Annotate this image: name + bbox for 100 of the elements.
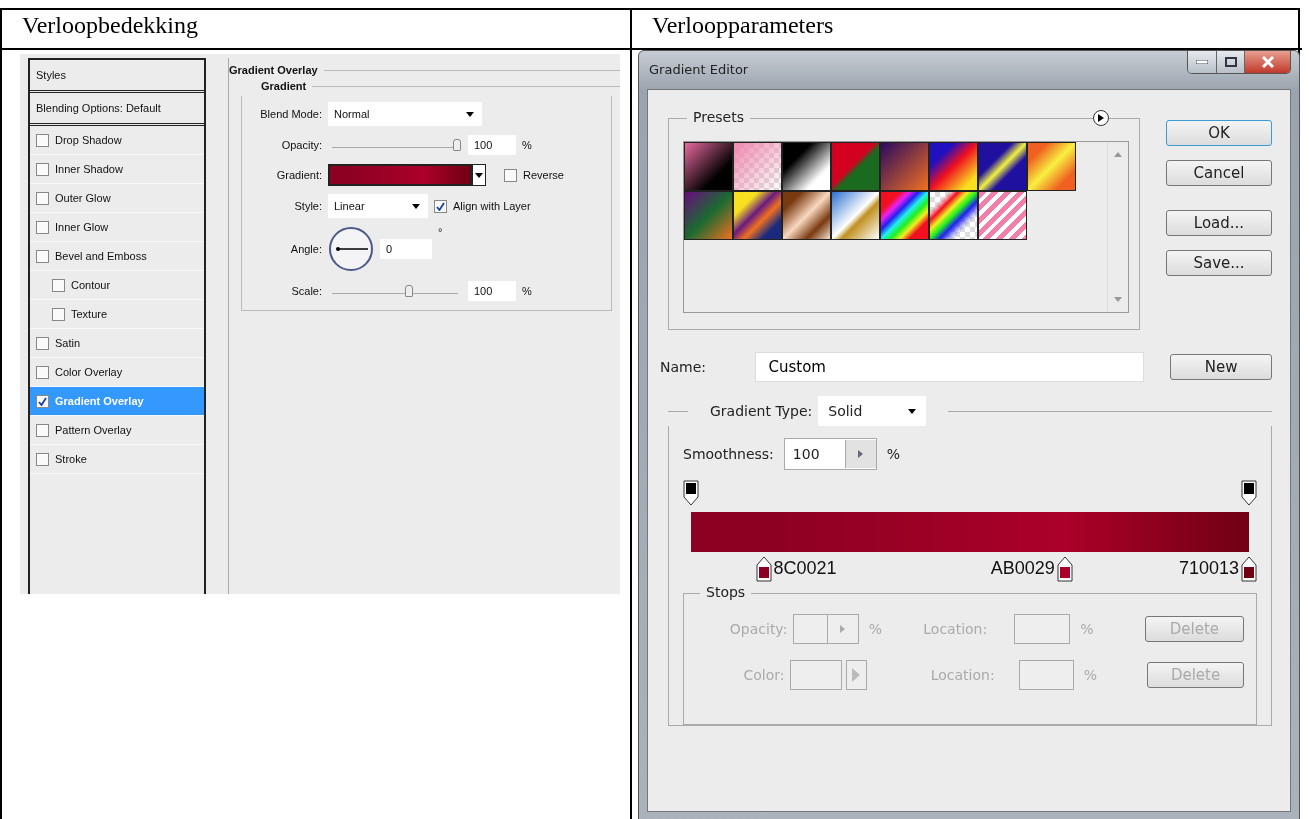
gradient-dropdown-button[interactable] [472, 164, 486, 186]
field-label: Angle: [289, 243, 322, 255]
field-label: Gradient: [275, 169, 322, 181]
gradient-swatch[interactable] [328, 164, 472, 186]
style-list-item[interactable]: Texture [30, 300, 204, 329]
gradient-preset-swatch[interactable] [880, 142, 929, 191]
arrow-right-icon [852, 668, 861, 683]
caret-icon [412, 203, 420, 209]
dialog-button[interactable]: Load... [1166, 210, 1272, 236]
field-label: Location: [923, 621, 989, 638]
gradient-preset-swatch[interactable] [831, 191, 880, 240]
checkbox[interactable] [36, 249, 49, 263]
maximize-button[interactable] [1216, 51, 1244, 73]
gradient-preset-swatch[interactable] [733, 142, 782, 191]
style-list-item[interactable]: Drop Shadow [30, 126, 204, 155]
gradient-preset-swatch[interactable] [929, 142, 978, 191]
gradient-preset-swatch[interactable] [929, 191, 978, 240]
checkbox[interactable] [36, 365, 49, 379]
gradient-preset-swatch[interactable] [1027, 142, 1076, 191]
checkbox[interactable] [36, 133, 49, 147]
style-label: Gradient Overlay [55, 395, 144, 407]
group-title: Gradient [261, 80, 307, 92]
slider-thumb[interactable] [405, 285, 414, 297]
opacity-stop-icon[interactable] [1241, 479, 1257, 506]
style-list-item[interactable]: Inner Glow [30, 213, 204, 242]
unit-label: ° [438, 226, 443, 238]
style-label: Texture [71, 308, 108, 320]
checkbox[interactable] [36, 336, 49, 350]
checkbox[interactable] [52, 307, 65, 321]
style-list-item[interactable]: Outer Glow [30, 184, 204, 213]
style-label: Drop Shadow [55, 134, 122, 146]
window-title: Gradient Editor [649, 62, 749, 77]
gradient-type-dropdown[interactable]: Solid [818, 396, 927, 426]
dialog-button[interactable]: Save... [1166, 250, 1272, 276]
unit-label: % [1079, 621, 1095, 638]
checkbox[interactable] [36, 162, 49, 176]
caret-icon [908, 408, 917, 414]
opacity-input[interactable]: 100 [468, 135, 516, 155]
checkbox[interactable] [36, 220, 49, 234]
style-list-item[interactable]: Pattern Overlay [30, 416, 204, 445]
dialog-button[interactable]: Cancel [1166, 160, 1272, 186]
style-label: Bevel and Emboss [55, 250, 147, 262]
gradient-preset-swatch[interactable] [880, 191, 929, 240]
arrow-right-icon[interactable] [858, 449, 864, 458]
style-label: Inner Glow [55, 221, 109, 233]
field-label: Style: [293, 200, 322, 212]
field-label: Smoothness: [683, 445, 774, 462]
field-label: Opacity: [280, 139, 322, 151]
gradient-preset-swatch[interactable] [978, 191, 1027, 240]
field-label: Gradient Type: [710, 403, 813, 419]
color-stop-icon[interactable] [1056, 555, 1073, 582]
gradient-preset-swatch[interactable] [684, 191, 733, 240]
color-stop-label: 710013 [1178, 558, 1239, 580]
group-title: Stops [700, 584, 752, 601]
group-title: Presets [687, 109, 750, 125]
slider-thumb[interactable] [453, 139, 461, 151]
color-stop-label: 8C0021 [773, 558, 837, 580]
checkbox[interactable] [52, 278, 65, 292]
blend-mode-dropdown[interactable]: Normal [328, 102, 482, 126]
color-stop-icon[interactable] [1241, 555, 1257, 582]
checkbox[interactable] [36, 394, 49, 408]
style-list-item[interactable]: Satin [30, 329, 204, 358]
opacity-stop-icon[interactable] [683, 479, 699, 506]
gradient-preset-swatch[interactable] [684, 142, 733, 191]
checkbox[interactable] [504, 168, 517, 182]
unit-label: % [1082, 667, 1098, 684]
gradient-preset-swatch[interactable] [782, 142, 831, 191]
checkbox[interactable] [36, 423, 49, 437]
gradient-preset-swatch[interactable] [782, 191, 831, 240]
checkbox[interactable] [434, 199, 447, 213]
color-stop-icon[interactable] [755, 555, 772, 582]
field-label: Scale: [290, 285, 322, 297]
style-label: Stroke [55, 453, 87, 465]
style-label: Pattern Overlay [55, 424, 132, 436]
arrow-right-icon[interactable] [840, 625, 846, 634]
checkbox[interactable] [36, 191, 49, 205]
scale-input[interactable]: 100 [468, 281, 516, 301]
field-label: Location: [930, 667, 996, 684]
new-button[interactable]: New [1170, 354, 1272, 380]
dialog-button[interactable]: OK [1166, 120, 1272, 146]
gradient-preset-swatch[interactable] [978, 142, 1027, 191]
caret-icon [466, 111, 474, 117]
checkbox-label: Reverse [523, 169, 564, 181]
close-button[interactable] [1244, 51, 1290, 73]
angle-dial-icon[interactable] [328, 226, 374, 272]
smoothness-input[interactable]: 100 [783, 437, 877, 470]
scroll-down-icon[interactable] [1114, 297, 1122, 302]
style-list-item[interactable]: Stroke [30, 445, 204, 474]
field-label: Opacity: [728, 621, 788, 638]
style-list-item[interactable]: Contour [30, 271, 204, 300]
scroll-up-icon[interactable] [1114, 152, 1122, 157]
gradient-preset-swatch[interactable] [831, 142, 880, 191]
angle-input[interactable]: 0 [380, 239, 432, 259]
style-list-item[interactable]: Inner Shadow [30, 155, 204, 184]
style-dropdown[interactable]: Linear [328, 194, 428, 218]
gradient-preset-swatch[interactable] [733, 191, 782, 240]
style-list-item[interactable]: Bevel and Emboss [30, 242, 204, 271]
column-header: Verloopbedekking [2, 10, 630, 50]
checkbox[interactable] [36, 452, 49, 466]
name-input[interactable]: Custom [755, 352, 1145, 382]
